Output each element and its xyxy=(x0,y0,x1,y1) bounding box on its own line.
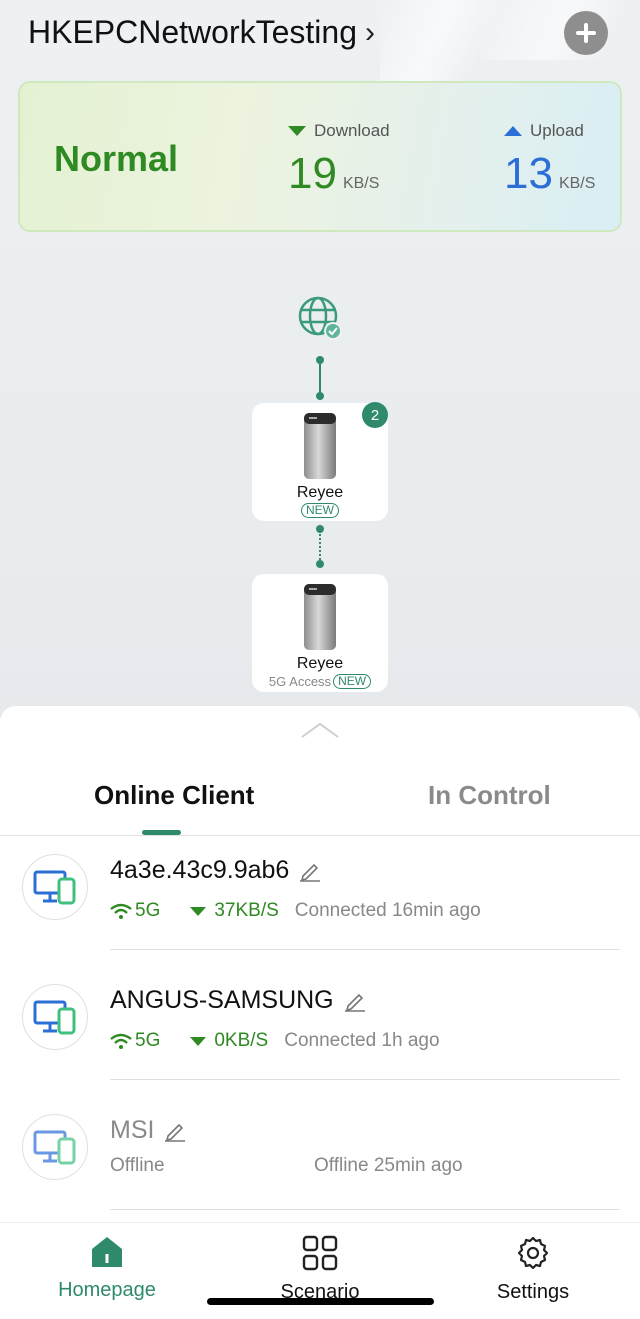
client-avatar xyxy=(22,854,88,920)
background-decoration xyxy=(480,0,640,60)
device-name: Reyee xyxy=(296,484,344,501)
edit-pencil-icon[interactable] xyxy=(164,1120,186,1142)
client-name: ANGUS-SAMSUNG xyxy=(110,986,334,1014)
home-indicator xyxy=(207,1298,434,1305)
client-row[interactable]: MSI Offline Offline 25min ago xyxy=(0,1096,640,1226)
download-metric: Download 19 KB/S xyxy=(288,121,390,199)
upload-label: Upload xyxy=(530,121,584,140)
client-name: 4a3e.43c9.9ab6 xyxy=(110,856,290,884)
router-icon xyxy=(304,584,336,650)
tab-online-client[interactable]: Online Client xyxy=(94,780,254,811)
pc-phone-icon xyxy=(33,1000,76,1035)
wifi-icon xyxy=(110,1033,132,1049)
new-tag: NEW xyxy=(333,674,372,689)
download-value: 19 xyxy=(288,149,337,198)
wifi-icon xyxy=(110,903,132,919)
home-icon xyxy=(92,1237,122,1267)
client-row[interactable]: ANGUS-SAMSUNG 5G 0KB/S Connected 1h ago xyxy=(0,966,640,1096)
connector-dot xyxy=(316,392,324,400)
download-arrow-icon xyxy=(190,1036,207,1046)
network-status-card[interactable]: Normal Download 19 KB/S Upload 13 KB/S xyxy=(18,81,622,232)
device-count-badge: 2 xyxy=(362,402,388,428)
chevron-right-icon: › xyxy=(365,15,375,49)
globe-check-icon[interactable] xyxy=(297,295,343,341)
download-arrow-icon xyxy=(288,126,306,136)
client-avatar xyxy=(22,1114,88,1180)
wireless-link xyxy=(319,526,321,564)
connector-dot xyxy=(316,560,324,568)
upload-metric: Upload 13 KB/S xyxy=(504,121,595,199)
network-status: Normal xyxy=(54,138,179,179)
upload-value: 13 xyxy=(504,149,553,198)
nav-label: Settings xyxy=(496,1281,570,1303)
download-unit: KB/S xyxy=(342,175,380,192)
plus-icon xyxy=(576,23,596,43)
device-access-type: 5G Access xyxy=(268,674,332,689)
tab-in-control[interactable]: In Control xyxy=(428,780,551,811)
nav-homepage[interactable]: Homepage xyxy=(27,1235,187,1302)
client-band: 5G xyxy=(135,900,161,921)
grid-icon xyxy=(302,1235,338,1271)
wired-link xyxy=(319,358,321,396)
client-speed: 37KB/S xyxy=(214,900,279,921)
client-connection-status: Offline 25min ago xyxy=(314,1155,463,1176)
download-label: Download xyxy=(314,121,390,140)
client-row[interactable]: 4a3e.43c9.9ab6 5G 37KB/S Connected 16min… xyxy=(0,836,640,966)
edit-pencil-icon[interactable] xyxy=(299,860,321,882)
pc-phone-icon xyxy=(33,870,76,905)
network-selector[interactable]: HKEPCNetworkTesting › xyxy=(28,14,375,51)
nav-scenario[interactable]: Scenario xyxy=(240,1235,400,1304)
nav-settings[interactable]: Settings xyxy=(453,1235,613,1304)
download-arrow-icon xyxy=(190,906,207,916)
client-avatar xyxy=(22,984,88,1050)
active-tab-indicator xyxy=(142,830,181,835)
network-name: HKEPCNetworkTesting xyxy=(28,14,357,50)
client-name: MSI xyxy=(110,1116,155,1144)
chevron-up-icon[interactable] xyxy=(300,720,340,740)
device-card-mesh-router[interactable]: Reyee 5G Access NEW xyxy=(252,574,388,692)
client-tabs: Online Client In Control xyxy=(0,780,640,836)
nav-label: Homepage xyxy=(58,1279,156,1301)
client-connection-status: Connected 16min ago xyxy=(294,900,481,921)
divider xyxy=(110,1209,620,1210)
gear-icon xyxy=(517,1236,549,1270)
client-connection-status: Connected 1h ago xyxy=(284,1030,440,1051)
device-name: Reyee xyxy=(296,655,344,672)
client-band: 5G xyxy=(135,1030,161,1051)
add-button[interactable] xyxy=(564,11,608,55)
client-speed: 0KB/S xyxy=(214,1030,269,1051)
client-band: Offline xyxy=(110,1155,165,1176)
upload-arrow-icon xyxy=(504,126,522,136)
divider xyxy=(110,949,620,950)
upload-unit: KB/S xyxy=(558,175,596,192)
pc-phone-icon xyxy=(33,1130,76,1165)
edit-pencil-icon[interactable] xyxy=(344,990,366,1012)
new-tag: NEW xyxy=(301,503,339,518)
divider xyxy=(110,1079,620,1080)
router-icon xyxy=(304,413,336,479)
